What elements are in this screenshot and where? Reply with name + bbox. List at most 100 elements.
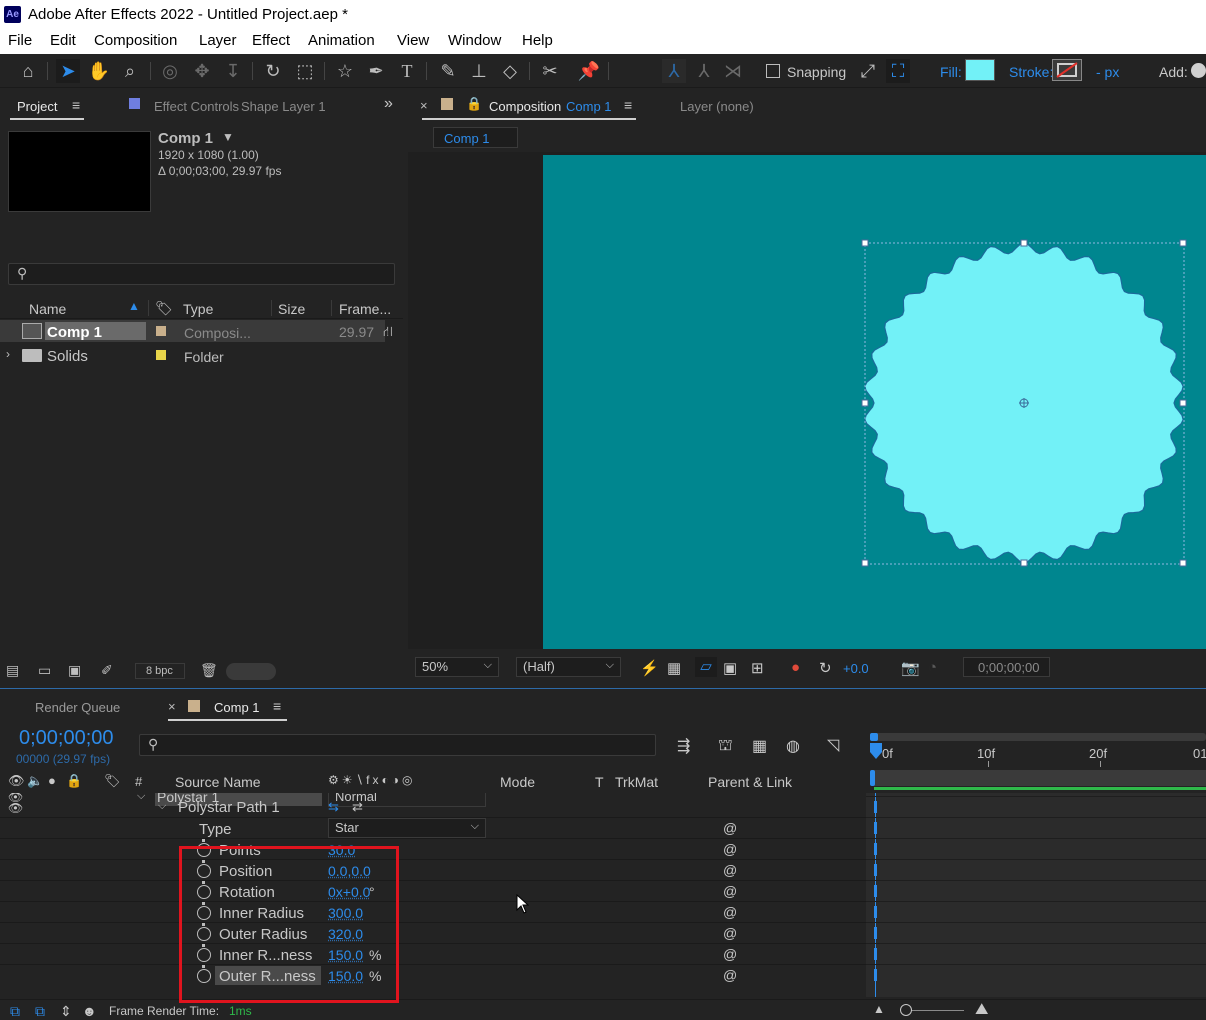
project-search-input[interactable]: ⚲ (8, 263, 395, 285)
pick-whip-icon[interactable]: @ (723, 968, 737, 982)
pick-whip-icon[interactable]: @ (723, 821, 737, 835)
current-time-display[interactable]: 0;00;00;00 (19, 727, 114, 750)
label-color-swatch[interactable] (156, 350, 166, 360)
tab-composition[interactable]: Composition (489, 99, 561, 114)
pick-whip-icon[interactable]: @ (723, 842, 737, 856)
property-row-type[interactable]: Type Star ⌵ @ (0, 817, 866, 838)
comp-viewer[interactable] (408, 152, 1206, 649)
keyframe-marker[interactable] (874, 885, 877, 897)
expand-arrow-icon[interactable]: ⌵ (158, 800, 166, 813)
tab-timeline-comp[interactable]: Comp 1 (214, 700, 260, 715)
grid-guides-icon[interactable]: ⊞ (751, 659, 764, 677)
panel-menu-icon[interactable]: ≡ (72, 97, 80, 113)
mask-visibility-icon[interactable]: ▱ (695, 657, 717, 677)
close-tab-icon[interactable]: × (168, 699, 176, 714)
column-parent-link[interactable]: Parent & Link (708, 774, 792, 790)
pen-tool-icon[interactable]: ✒ (364, 59, 388, 83)
transfer-controls-toggle-icon[interactable]: ⧉ (35, 1003, 45, 1020)
path-direction-reverse-icon[interactable]: ⇆ (328, 799, 339, 815)
keyframe-marker[interactable] (874, 864, 877, 876)
tab-effect-controls-target[interactable]: Shape Layer 1 (241, 99, 326, 114)
keyframe-lane[interactable] (866, 922, 1206, 943)
axis-view-icon[interactable]: ⋊ (721, 59, 745, 83)
tab-composition-name[interactable]: Comp 1 (566, 99, 612, 114)
menu-view[interactable]: View (397, 32, 429, 49)
visibility-eye-icon[interactable]: 👁 (8, 801, 23, 815)
time-navigator-start[interactable] (870, 770, 875, 786)
project-settings-icon[interactable]: ✐ (101, 662, 113, 679)
menu-edit[interactable]: Edit (50, 32, 76, 49)
in-out-toggle-icon[interactable]: ⇕ (60, 1003, 72, 1020)
keyframe-lane[interactable] (866, 859, 1206, 880)
column-mode[interactable]: Mode (500, 774, 535, 790)
flowchart-icon[interactable]: ⛙ (383, 323, 393, 342)
layer-switches-toggle-icon[interactable]: ⧉ (10, 1003, 20, 1020)
keyframe-lane[interactable] (866, 796, 1206, 817)
keyframe-marker[interactable] (874, 801, 877, 813)
pick-whip-icon[interactable]: @ (723, 863, 737, 877)
pan-camera-icon[interactable]: ✥ (190, 59, 214, 83)
keyframe-lane[interactable] (866, 880, 1206, 901)
panel-menu-icon[interactable]: ≡ (273, 698, 281, 714)
eraser-tool-icon[interactable]: ◇ (498, 59, 522, 83)
hand-tool-icon[interactable]: ✋ (87, 59, 111, 83)
stroke-swatch[interactable] (1052, 59, 1082, 81)
color-channels-icon[interactable]: ● (791, 659, 800, 676)
work-area-start-handle[interactable] (870, 733, 878, 741)
menu-effect[interactable]: Effect (252, 32, 290, 49)
zoom-out-icon[interactable]: ▲ (873, 1002, 885, 1016)
region-of-interest-icon[interactable]: ▣ (723, 659, 737, 677)
comp-info-dropdown-icon[interactable]: ▼ (222, 130, 234, 144)
interpret-footage-icon[interactable]: ▤ (6, 662, 19, 679)
close-tab-icon[interactable]: × (420, 98, 428, 113)
star-shape-layer[interactable] (543, 155, 1206, 649)
new-composition-icon[interactable]: ▣ (68, 662, 81, 679)
comp-mini-flowchart-icon[interactable]: ⇶ (677, 736, 690, 756)
menu-file[interactable]: File (8, 32, 32, 49)
brush-tool-icon[interactable]: ✎ (436, 59, 460, 83)
menu-help[interactable]: Help (522, 32, 553, 49)
trash-icon[interactable]: 🗑 (200, 662, 218, 679)
keyframe-marker[interactable] (874, 843, 877, 855)
menu-composition[interactable]: Composition (94, 32, 177, 49)
column-size[interactable]: Size (278, 301, 305, 317)
zoom-slider-handle[interactable] (900, 1004, 912, 1016)
viewer-timecode[interactable]: 0;00;00;00 (963, 657, 1050, 677)
keyframe-marker[interactable] (874, 969, 877, 981)
tab-project[interactable]: Project (17, 99, 57, 114)
menu-animation[interactable]: Animation (308, 32, 375, 49)
property-row[interactable]: Outer Radius 320.0 @ (0, 922, 866, 943)
tab-render-queue[interactable]: Render Queue (35, 700, 120, 715)
column-type[interactable]: Type (183, 301, 213, 317)
keyframe-marker[interactable] (874, 822, 877, 834)
playhead-icon[interactable] (869, 742, 883, 760)
expand-arrow-icon[interactable]: › (6, 347, 10, 361)
column-name[interactable]: Name (29, 301, 66, 317)
keyframe-marker[interactable] (874, 948, 877, 960)
column-frame-rate[interactable]: Frame... (339, 301, 391, 317)
property-row[interactable]: Rotation 0x+0.0 ° @ (0, 880, 866, 901)
column-source-name[interactable]: Source Name (175, 774, 261, 790)
star-type-dropdown[interactable]: Star ⌵ (328, 818, 486, 838)
render-time-toggle-icon[interactable]: ☻ (82, 1003, 97, 1019)
axis-local-icon[interactable]: ⅄ (662, 59, 686, 83)
puppet-pin-icon[interactable]: 📌 (577, 59, 601, 83)
keyframe-lane[interactable] (866, 943, 1206, 964)
fast-previews-icon[interactable]: ⚡ (640, 659, 659, 677)
exposure-value[interactable]: +0.0 (843, 661, 869, 676)
orbit-camera-icon[interactable]: ◎ (158, 59, 182, 83)
add-menu-icon[interactable] (1191, 63, 1206, 78)
property-row[interactable]: Inner Radius 300.0 @ (0, 901, 866, 922)
lock-icon[interactable]: 🔒 (66, 773, 82, 789)
type-tool-icon[interactable]: T (395, 59, 419, 83)
reset-exposure-icon[interactable]: ↻ (819, 659, 832, 677)
property-row[interactable]: Points 30.0 @ (0, 838, 866, 859)
label-tag-icon[interactable]: 🏷 (104, 773, 121, 789)
property-row[interactable]: Position 0.0,0.0 @ (0, 859, 866, 880)
show-snapshot-icon[interactable]: ◔ (928, 659, 937, 676)
keyframe-marker[interactable] (874, 906, 877, 918)
clone-stamp-icon[interactable]: ⊥ (467, 59, 491, 83)
tab-effect-controls[interactable]: Effect Controls (154, 99, 239, 114)
lock-icon[interactable]: 🔒 (466, 96, 482, 112)
project-item-row[interactable]: › Solids Folder (0, 344, 385, 366)
